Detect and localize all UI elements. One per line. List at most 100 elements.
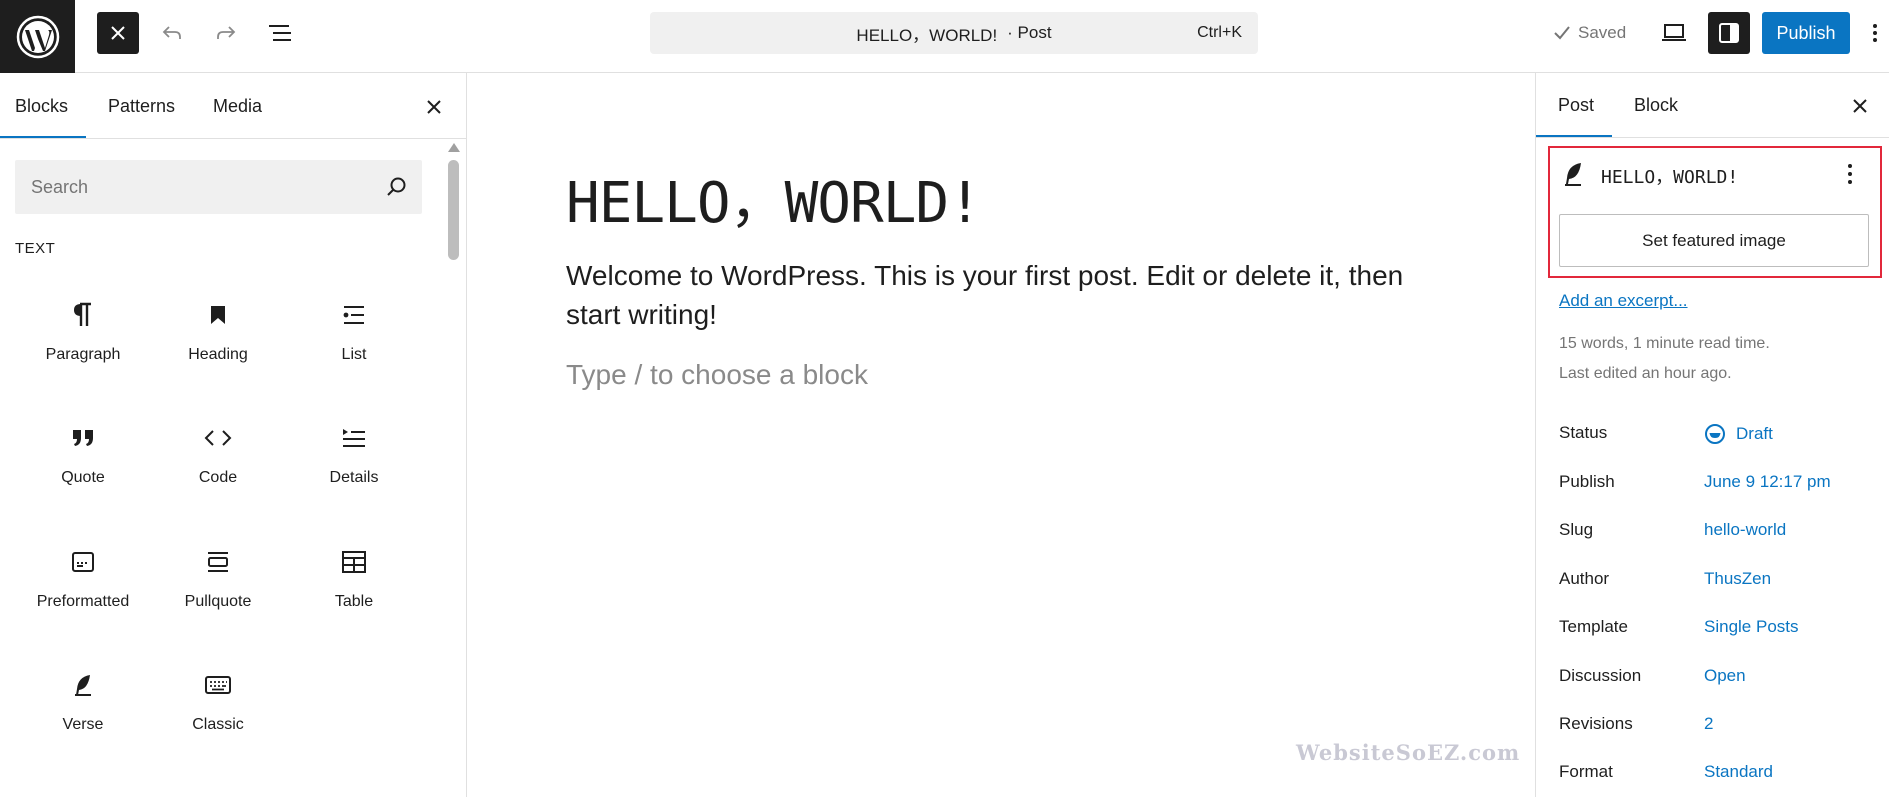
close-settings-button[interactable] xyxy=(1846,92,1874,120)
saved-state: Saved xyxy=(1552,20,1626,46)
meta-label: Author xyxy=(1559,569,1610,588)
tab-block[interactable]: Block xyxy=(1634,73,1678,138)
status-value[interactable]: Draft xyxy=(1704,423,1773,445)
list-icon xyxy=(339,300,369,330)
meta-label: Discussion xyxy=(1559,666,1642,685)
draft-status-icon xyxy=(1705,424,1725,444)
more-vertical-icon xyxy=(1873,24,1877,42)
meta-label: Template xyxy=(1559,617,1628,636)
author-value[interactable]: ThusZen xyxy=(1704,569,1771,589)
slug-value[interactable]: hello-world xyxy=(1704,520,1786,540)
set-featured-image-button[interactable]: Set featured image xyxy=(1559,214,1869,267)
publish-date-value[interactable]: June 9 12:17 pm xyxy=(1704,472,1831,492)
meta-value-text: Draft xyxy=(1736,424,1773,443)
block-table[interactable]: Table xyxy=(289,532,419,632)
search-input[interactable] xyxy=(15,160,375,214)
block-inserter-panel: Blocks Patterns Media TEXT Paragraph Hea… xyxy=(0,73,467,797)
settings-toggle-button[interactable] xyxy=(1708,12,1750,54)
document-overview-button[interactable] xyxy=(259,12,301,54)
block-classic[interactable]: Classic xyxy=(153,655,283,755)
block-heading[interactable]: Heading xyxy=(153,285,283,385)
scroll-up-arrow[interactable] xyxy=(448,143,460,152)
editor-header: HELLO，WORLD! · Post Ctrl+K Saved Publish xyxy=(0,0,1889,73)
block-search xyxy=(15,160,422,214)
post-summary-title: HELLO，WORLD! xyxy=(1601,167,1739,188)
close-icon xyxy=(111,26,125,40)
meta-row-author: Author ThusZen xyxy=(1559,569,1879,595)
post-title[interactable]: HELLO，WORLD! xyxy=(566,158,982,239)
inserter-scrollbar[interactable] xyxy=(446,143,462,793)
paragraph-icon xyxy=(68,300,98,330)
undo-button[interactable] xyxy=(151,12,193,54)
block-label: Classic xyxy=(192,716,244,733)
meta-row-status: Status Draft xyxy=(1559,423,1879,449)
block-label: Pullquote xyxy=(184,593,252,610)
check-icon xyxy=(1554,26,1570,40)
editor-canvas[interactable]: HELLO，WORLD! Welcome to WordPress. This … xyxy=(468,73,1535,797)
format-value[interactable]: Standard xyxy=(1704,762,1773,782)
verse-icon xyxy=(68,670,98,700)
heading-icon xyxy=(203,300,233,330)
block-paragraph[interactable]: Paragraph xyxy=(18,285,148,385)
revisions-value[interactable]: 2 xyxy=(1704,714,1713,734)
meta-row-publish: Publish June 9 12:17 pm xyxy=(1559,472,1879,498)
block-quote[interactable]: Quote xyxy=(18,408,148,508)
block-list[interactable]: List xyxy=(289,285,419,385)
undo-icon xyxy=(162,26,181,39)
more-vertical-icon[interactable] xyxy=(1844,161,1856,187)
pullquote-icon xyxy=(203,547,233,577)
block-code[interactable]: Code xyxy=(153,408,283,508)
settings-sidebar: Post Block HELLO，WORLD! Set featured ima… xyxy=(1535,73,1889,797)
sidebar-icon xyxy=(1719,23,1739,43)
code-icon xyxy=(203,423,233,453)
meta-row-template: Template Single Posts xyxy=(1559,617,1879,643)
active-tab-indicator xyxy=(0,136,86,138)
publish-button[interactable]: Publish xyxy=(1762,12,1850,54)
desktop-icon xyxy=(1662,24,1686,41)
tab-post[interactable]: Post xyxy=(1558,73,1594,138)
category-label: TEXT xyxy=(15,240,56,257)
meta-row-revisions: Revisions 2 xyxy=(1559,714,1879,740)
block-pullquote[interactable]: Pullquote xyxy=(153,532,283,632)
tab-media[interactable]: Media xyxy=(213,73,262,139)
block-label: Table xyxy=(334,593,374,610)
close-inserter-panel-button[interactable] xyxy=(420,93,448,121)
block-verse[interactable]: Verse xyxy=(18,655,148,755)
block-label: Paragraph xyxy=(45,346,121,363)
classic-icon xyxy=(203,670,233,700)
meta-row-slug: Slug hello-world xyxy=(1559,520,1879,546)
search-icon xyxy=(387,177,406,196)
block-label: Heading xyxy=(188,346,248,363)
meta-label: Slug xyxy=(1559,520,1594,539)
add-excerpt-link[interactable]: Add an excerpt... xyxy=(1559,291,1688,311)
sidebar-tabs: Post Block xyxy=(1536,73,1889,138)
block-label: Details xyxy=(329,469,379,486)
command-post-type: · Post xyxy=(1007,23,1052,42)
close-inserter-button[interactable] xyxy=(97,12,139,54)
list-view-icon xyxy=(269,25,291,41)
template-value[interactable]: Single Posts xyxy=(1704,617,1799,637)
tab-patterns[interactable]: Patterns xyxy=(108,73,175,139)
options-button[interactable] xyxy=(1862,12,1888,54)
table-icon xyxy=(339,547,369,577)
redo-icon xyxy=(217,26,236,39)
block-label: Preformatted xyxy=(36,593,130,610)
paragraph-block[interactable]: Welcome to WordPress. This is your first… xyxy=(566,256,1446,334)
redo-button[interactable] xyxy=(205,12,247,54)
discussion-value[interactable]: Open xyxy=(1704,666,1746,686)
block-preformatted[interactable]: Preformatted xyxy=(18,532,148,632)
word-count: 15 words, 1 minute read time. xyxy=(1559,335,1770,352)
close-icon xyxy=(427,100,441,114)
command-palette-button[interactable]: HELLO，WORLD! · Post Ctrl+K xyxy=(650,12,1258,54)
block-label: Verse xyxy=(62,716,104,733)
saved-label: Saved xyxy=(1578,23,1627,42)
block-details[interactable]: Details xyxy=(289,408,419,508)
wordpress-logo-icon[interactable] xyxy=(0,0,75,73)
scroll-thumb[interactable] xyxy=(448,160,459,260)
preview-button[interactable] xyxy=(1653,12,1695,54)
meta-label: Status xyxy=(1559,423,1608,442)
default-block-appender[interactable]: Type / to choose a block xyxy=(566,359,868,391)
post-feather-icon xyxy=(1565,163,1581,186)
quote-icon xyxy=(68,423,98,453)
tab-blocks[interactable]: Blocks xyxy=(15,73,68,139)
